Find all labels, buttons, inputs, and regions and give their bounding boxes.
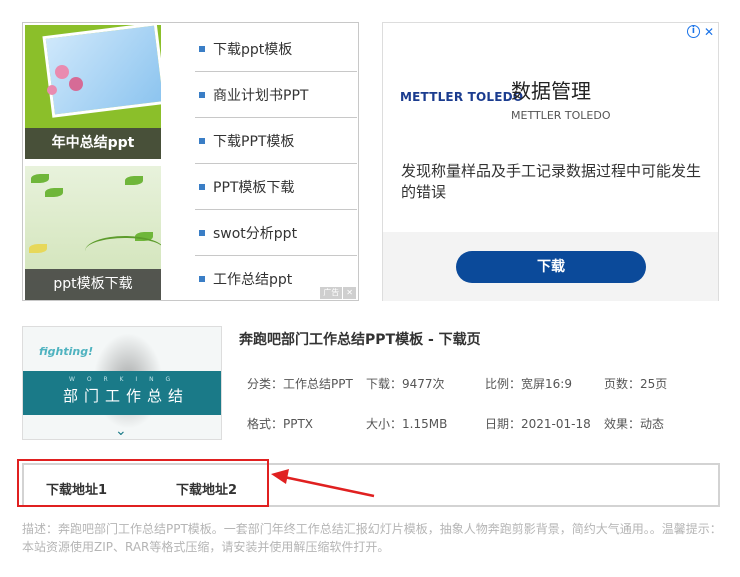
chevron-down-icon: ⌄ xyxy=(115,423,127,439)
ad-label-badge[interactable]: 广告 ✕ xyxy=(320,287,356,299)
left-ad-block: 年中总结ppt ppt模板下载 下载ppt模板 商业计划书PPT 下载PPT模板… xyxy=(22,22,359,301)
thumbnail-caption: 年中总结ppt xyxy=(25,128,161,159)
leaf-decoration xyxy=(29,244,47,253)
brand-logo: METTLER TOLEDO xyxy=(400,90,524,104)
ad-label: 广告 xyxy=(320,287,343,299)
ad-link[interactable]: 商业计划书PPT xyxy=(195,72,357,118)
meta-effect: 效果：动态 xyxy=(604,417,665,431)
ad-link[interactable]: swot分析ppt xyxy=(195,210,357,256)
meta-size: 大小：1.15MB xyxy=(366,417,448,431)
ad-download-button[interactable]: 下载 xyxy=(456,251,646,283)
bullet-icon xyxy=(199,229,205,236)
ad-subtitle: METTLER TOLEDO xyxy=(511,109,611,122)
thumbnail-text-title: 部门工作总结 xyxy=(63,387,190,405)
leaf-decoration xyxy=(45,188,63,197)
ad-description: 发现称量样品及手工记录数据过程中可能发生的错误 xyxy=(401,162,702,201)
close-icon[interactable]: ✕ xyxy=(343,287,356,299)
flower-decoration xyxy=(47,85,57,95)
ad-content: i ✕ METTLER TOLEDO 数据管理 METTLER TOLEDO 发… xyxy=(383,23,718,232)
meta-pages: 页数：25页 xyxy=(604,377,668,391)
bullet-icon xyxy=(199,137,205,144)
ad-link-list: 下载ppt模板 商业计划书PPT 下载PPT模板 PPT模板下载 swot分析p… xyxy=(195,26,357,302)
ad-link[interactable]: 下载ppt模板 xyxy=(195,26,357,72)
ad-title[interactable]: 数据管理 xyxy=(511,75,591,104)
meta-downloads: 下载：9477次 xyxy=(366,377,445,391)
product-thumbnail[interactable]: fighting! W O R K I N G 部门工作总结 ⌄ xyxy=(22,326,222,440)
meta-category: 分类：工作总结PPT xyxy=(247,377,353,391)
info-icon[interactable]: i xyxy=(686,25,700,38)
meta-format: 格式：PPTX xyxy=(247,417,314,431)
ad-link[interactable]: 下载PPT模板 xyxy=(195,118,357,164)
ad-controls: i ✕ xyxy=(686,25,714,39)
meta-ratio: 比例：宽屏16:9 xyxy=(485,377,572,391)
highlight-box xyxy=(17,459,269,507)
bullet-icon xyxy=(199,45,205,52)
thumbnail-ppt-template[interactable]: ppt模板下载 xyxy=(25,166,161,300)
thumbnail-year-summary[interactable]: 年中总结ppt xyxy=(25,25,161,159)
flower-decoration xyxy=(55,65,69,79)
thumbnail-text-working: W O R K I N G xyxy=(69,376,176,383)
bullet-icon xyxy=(199,91,205,98)
right-ad-block[interactable]: i ✕ METTLER TOLEDO 数据管理 METTLER TOLEDO 发… xyxy=(382,22,719,301)
meta-date: 日期：2021-01-18 xyxy=(485,417,591,431)
leaf-decoration xyxy=(125,176,143,185)
leaf-decoration xyxy=(31,174,49,183)
bullet-icon xyxy=(199,276,205,282)
ad-link[interactable]: PPT模板下载 xyxy=(195,164,357,210)
close-icon[interactable]: ✕ xyxy=(704,25,714,39)
thumbnail-caption: ppt模板下载 xyxy=(25,269,161,300)
ad-footer: 下载 xyxy=(383,232,718,301)
thumbnail-text-fighting: fighting! xyxy=(39,345,94,358)
bullet-icon xyxy=(199,183,205,190)
resource-description: 描述：奔跑吧部门工作总结PPT模板。一套部门年终工作总结汇报幻灯片模板，抽象人物… xyxy=(22,522,722,554)
flower-decoration xyxy=(69,77,83,91)
product-title: 奔跑吧部门工作总结PPT模板 - 下载页 xyxy=(239,332,481,348)
vine-decoration xyxy=(85,236,161,266)
